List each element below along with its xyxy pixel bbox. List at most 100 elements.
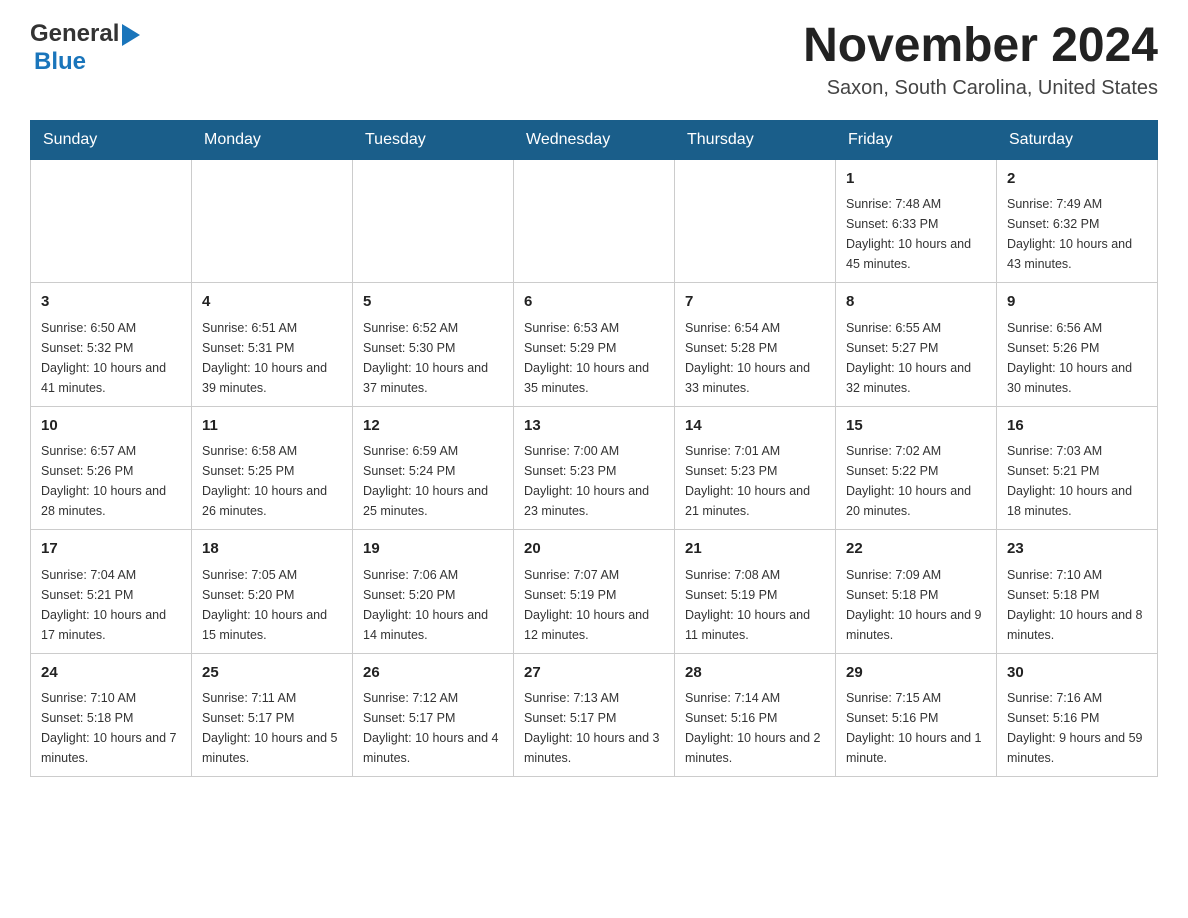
calendar-cell: 5 Sunrise: 6:52 AMSunset: 5:30 PMDaylight… <box>353 283 514 407</box>
day-info: Sunrise: 7:11 AMSunset: 5:17 PMDaylight:… <box>202 688 342 768</box>
day-number: 3 <box>41 291 181 314</box>
day-info: Sunrise: 7:13 AMSunset: 5:17 PMDaylight:… <box>524 688 664 768</box>
month-title: November 2024 <box>803 20 1158 73</box>
calendar-cell: 21 Sunrise: 7:08 AMSunset: 5:19 PMDayligh… <box>675 530 836 654</box>
calendar-cell: 11Sunrise: 6:58 AMSunset: 5:25 PMDayligh… <box>192 406 353 530</box>
day-number: 10 <box>41 415 181 438</box>
day-info: Sunrise: 6:53 AMSunset: 5:29 PMDaylight:… <box>524 318 664 398</box>
day-number: 19 <box>363 538 503 561</box>
title-section: November 2024 Saxon, South Carolina, Uni… <box>803 20 1158 100</box>
day-info: Sunrise: 6:57 AMSunset: 5:26 PMDaylight:… <box>41 441 181 521</box>
logo-general-text: General <box>30 20 119 48</box>
day-info: Sunrise: 7:05 AMSunset: 5:20 PMDaylight:… <box>202 565 342 645</box>
calendar-week-row: 17Sunrise: 7:04 AMSunset: 5:21 PMDayligh… <box>31 530 1158 654</box>
calendar-cell: 2Sunrise: 7:49 AMSunset: 6:32 PMDaylight… <box>997 159 1158 283</box>
day-number: 28 <box>685 662 825 685</box>
calendar-cell: 15Sunrise: 7:02 AMSunset: 5:22 PMDayligh… <box>836 406 997 530</box>
calendar-cell: 22 Sunrise: 7:09 AMSunset: 5:18 PMDayligh… <box>836 530 997 654</box>
column-header-tuesday: Tuesday <box>353 120 514 159</box>
day-info: Sunrise: 7:06 AMSunset: 5:20 PMDaylight:… <box>363 565 503 645</box>
day-number: 30 <box>1007 662 1147 685</box>
calendar-cell: 18 Sunrise: 7:05 AMSunset: 5:20 PMDayligh… <box>192 530 353 654</box>
location-title: Saxon, South Carolina, United States <box>803 77 1158 100</box>
column-header-wednesday: Wednesday <box>514 120 675 159</box>
day-info: Sunrise: 7:07 AMSunset: 5:19 PMDaylight:… <box>524 565 664 645</box>
calendar-cell: 1Sunrise: 7:48 AMSunset: 6:33 PMDaylight… <box>836 159 997 283</box>
day-number: 7 <box>685 291 825 314</box>
calendar-cell: 23 Sunrise: 7:10 AMSunset: 5:18 PMDayligh… <box>997 530 1158 654</box>
logo-triangle-icon <box>122 24 140 46</box>
calendar-cell: 10 Sunrise: 6:57 AMSunset: 5:26 PMDayligh… <box>31 406 192 530</box>
calendar-cell: 16 Sunrise: 7:03 AMSunset: 5:21 PMDayligh… <box>997 406 1158 530</box>
day-info: Sunrise: 6:50 AMSunset: 5:32 PMDaylight:… <box>41 318 181 398</box>
day-info: Sunrise: 7:14 AMSunset: 5:16 PMDaylight:… <box>685 688 825 768</box>
day-number: 27 <box>524 662 664 685</box>
logo: General Blue <box>30 20 140 76</box>
day-info: Sunrise: 6:59 AMSunset: 5:24 PMDaylight:… <box>363 441 503 521</box>
day-info: Sunrise: 7:10 AMSunset: 5:18 PMDaylight:… <box>1007 565 1147 645</box>
day-info: Sunrise: 6:56 AMSunset: 5:26 PMDaylight:… <box>1007 318 1147 398</box>
day-info: Sunrise: 6:54 AMSunset: 5:28 PMDaylight:… <box>685 318 825 398</box>
calendar-cell: 27 Sunrise: 7:13 AMSunset: 5:17 PMDayligh… <box>514 653 675 777</box>
calendar-cell: 24 Sunrise: 7:10 AMSunset: 5:18 PMDayligh… <box>31 653 192 777</box>
day-info: Sunrise: 7:08 AMSunset: 5:19 PMDaylight:… <box>685 565 825 645</box>
calendar-cell <box>514 159 675 283</box>
calendar-cell <box>31 159 192 283</box>
calendar-cell: 17Sunrise: 7:04 AMSunset: 5:21 PMDayligh… <box>31 530 192 654</box>
calendar-cell: 9 Sunrise: 6:56 AMSunset: 5:26 PMDaylight… <box>997 283 1158 407</box>
day-number: 9 <box>1007 291 1147 314</box>
calendar-cell: 19 Sunrise: 7:06 AMSunset: 5:20 PMDayligh… <box>353 530 514 654</box>
calendar-cell <box>353 159 514 283</box>
day-number: 23 <box>1007 538 1147 561</box>
day-number: 14 <box>685 415 825 438</box>
calendar-cell: 25 Sunrise: 7:11 AMSunset: 5:17 PMDayligh… <box>192 653 353 777</box>
calendar-week-row: 24 Sunrise: 7:10 AMSunset: 5:18 PMDayligh… <box>31 653 1158 777</box>
day-number: 24 <box>41 662 181 685</box>
day-number: 22 <box>846 538 986 561</box>
day-info: Sunrise: 7:15 AMSunset: 5:16 PMDaylight:… <box>846 688 986 768</box>
day-number: 5 <box>363 291 503 314</box>
day-number: 13 <box>524 415 664 438</box>
calendar-week-row: 1Sunrise: 7:48 AMSunset: 6:33 PMDaylight… <box>31 159 1158 283</box>
day-number: 12 <box>363 415 503 438</box>
calendar-cell: 4Sunrise: 6:51 AMSunset: 5:31 PMDaylight… <box>192 283 353 407</box>
day-number: 26 <box>363 662 503 685</box>
day-info: Sunrise: 7:01 AMSunset: 5:23 PMDaylight:… <box>685 441 825 521</box>
day-info: Sunrise: 7:09 AMSunset: 5:18 PMDaylight:… <box>846 565 986 645</box>
calendar-week-row: 10 Sunrise: 6:57 AMSunset: 5:26 PMDayligh… <box>31 406 1158 530</box>
day-info: Sunrise: 7:49 AMSunset: 6:32 PMDaylight:… <box>1007 194 1147 274</box>
calendar-cell: 14 Sunrise: 7:01 AMSunset: 5:23 PMDayligh… <box>675 406 836 530</box>
day-info: Sunrise: 7:02 AMSunset: 5:22 PMDaylight:… <box>846 441 986 521</box>
calendar-table: SundayMondayTuesdayWednesdayThursdayFrid… <box>30 120 1158 778</box>
day-info: Sunrise: 6:55 AMSunset: 5:27 PMDaylight:… <box>846 318 986 398</box>
day-number: 29 <box>846 662 986 685</box>
day-info: Sunrise: 7:03 AMSunset: 5:21 PMDaylight:… <box>1007 441 1147 521</box>
calendar-cell: 28 Sunrise: 7:14 AMSunset: 5:16 PMDayligh… <box>675 653 836 777</box>
day-number: 1 <box>846 168 986 191</box>
day-info: Sunrise: 7:16 AMSunset: 5:16 PMDaylight:… <box>1007 688 1147 768</box>
calendar-cell: 3 Sunrise: 6:50 AMSunset: 5:32 PMDaylight… <box>31 283 192 407</box>
column-header-monday: Monday <box>192 120 353 159</box>
column-header-thursday: Thursday <box>675 120 836 159</box>
day-info: Sunrise: 7:00 AMSunset: 5:23 PMDaylight:… <box>524 441 664 521</box>
calendar-week-row: 3 Sunrise: 6:50 AMSunset: 5:32 PMDaylight… <box>31 283 1158 407</box>
day-info: Sunrise: 6:51 AMSunset: 5:31 PMDaylight:… <box>202 318 342 398</box>
day-number: 21 <box>685 538 825 561</box>
page-header: General Blue November 2024 Saxon, South … <box>30 20 1158 100</box>
day-number: 8 <box>846 291 986 314</box>
day-number: 11 <box>202 415 342 438</box>
day-number: 18 <box>202 538 342 561</box>
day-info: Sunrise: 7:10 AMSunset: 5:18 PMDaylight:… <box>41 688 181 768</box>
column-header-saturday: Saturday <box>997 120 1158 159</box>
column-header-sunday: Sunday <box>31 120 192 159</box>
day-number: 16 <box>1007 415 1147 438</box>
calendar-header-row: SundayMondayTuesdayWednesdayThursdayFrid… <box>31 120 1158 159</box>
calendar-cell: 29 Sunrise: 7:15 AMSunset: 5:16 PMDayligh… <box>836 653 997 777</box>
day-info: Sunrise: 7:12 AMSunset: 5:17 PMDaylight:… <box>363 688 503 768</box>
calendar-cell: 20Sunrise: 7:07 AMSunset: 5:19 PMDayligh… <box>514 530 675 654</box>
logo-blue-text: Blue <box>34 48 86 75</box>
calendar-cell: 30 Sunrise: 7:16 AMSunset: 5:16 PMDayligh… <box>997 653 1158 777</box>
calendar-cell: 6Sunrise: 6:53 AMSunset: 5:29 PMDaylight… <box>514 283 675 407</box>
day-number: 25 <box>202 662 342 685</box>
day-info: Sunrise: 6:52 AMSunset: 5:30 PMDaylight:… <box>363 318 503 398</box>
